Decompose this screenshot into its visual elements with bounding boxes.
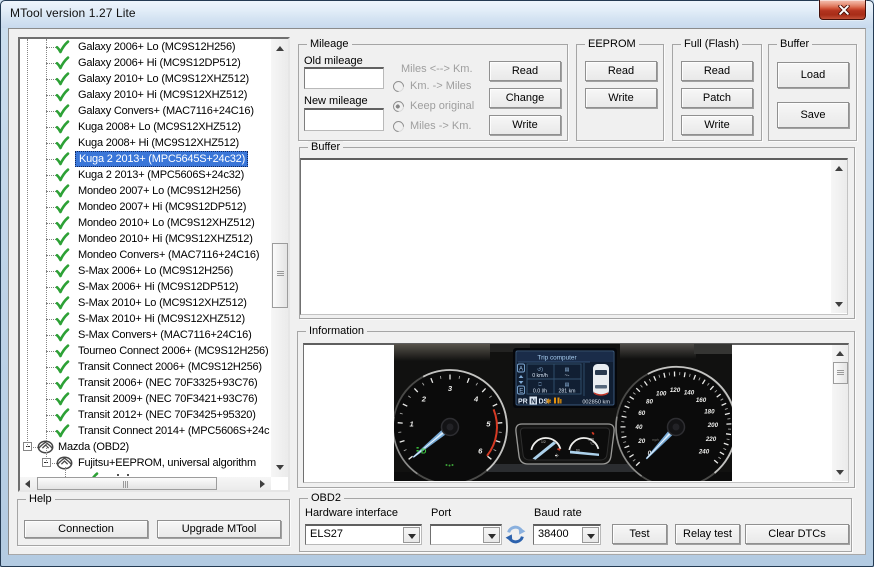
svg-text:120: 120	[588, 438, 594, 442]
svg-text:mph: mph	[652, 438, 659, 442]
svg-text:0.0 l/h: 0.0 l/h	[533, 389, 547, 395]
svg-text:0 km/h: 0 km/h	[532, 373, 548, 379]
svg-text:200: 200	[707, 422, 719, 429]
svg-text:A: A	[519, 367, 523, 373]
svg-text:Trip computer: Trip computer	[537, 355, 577, 362]
svg-text:▤: ▤	[565, 382, 570, 388]
svg-text:D: D	[421, 447, 427, 456]
svg-text:100: 100	[656, 390, 667, 397]
svg-text:20: 20	[637, 438, 645, 445]
svg-text:⎆: ⎆	[555, 453, 559, 458]
svg-text:1/2: 1/2	[541, 440, 546, 444]
svg-text:40: 40	[635, 424, 643, 431]
svg-text:N: N	[531, 399, 536, 406]
svg-text:4: 4	[473, 394, 479, 403]
svg-text:60: 60	[638, 410, 645, 417]
svg-text:2: 2	[421, 394, 427, 403]
svg-text:✻: ✻	[546, 398, 552, 406]
svg-text:⎕: ⎕	[538, 382, 541, 388]
svg-text:240: 240	[698, 449, 710, 456]
svg-text:180: 180	[704, 408, 715, 415]
svg-text:281 km: 281 km	[558, 389, 575, 395]
svg-text:°C: °C	[590, 442, 594, 446]
svg-text:1: 1	[409, 420, 413, 429]
svg-text:160: 160	[696, 397, 707, 404]
svg-text:~-: ~-	[565, 373, 570, 379]
svg-text:80: 80	[646, 398, 653, 405]
svg-text:220: 220	[705, 436, 717, 443]
svg-text:E: E	[519, 389, 523, 395]
svg-text:140: 140	[684, 390, 695, 397]
svg-text:120: 120	[670, 387, 681, 394]
svg-text:002850 km: 002850 km	[582, 400, 610, 406]
svg-text:PR: PR	[518, 399, 528, 406]
